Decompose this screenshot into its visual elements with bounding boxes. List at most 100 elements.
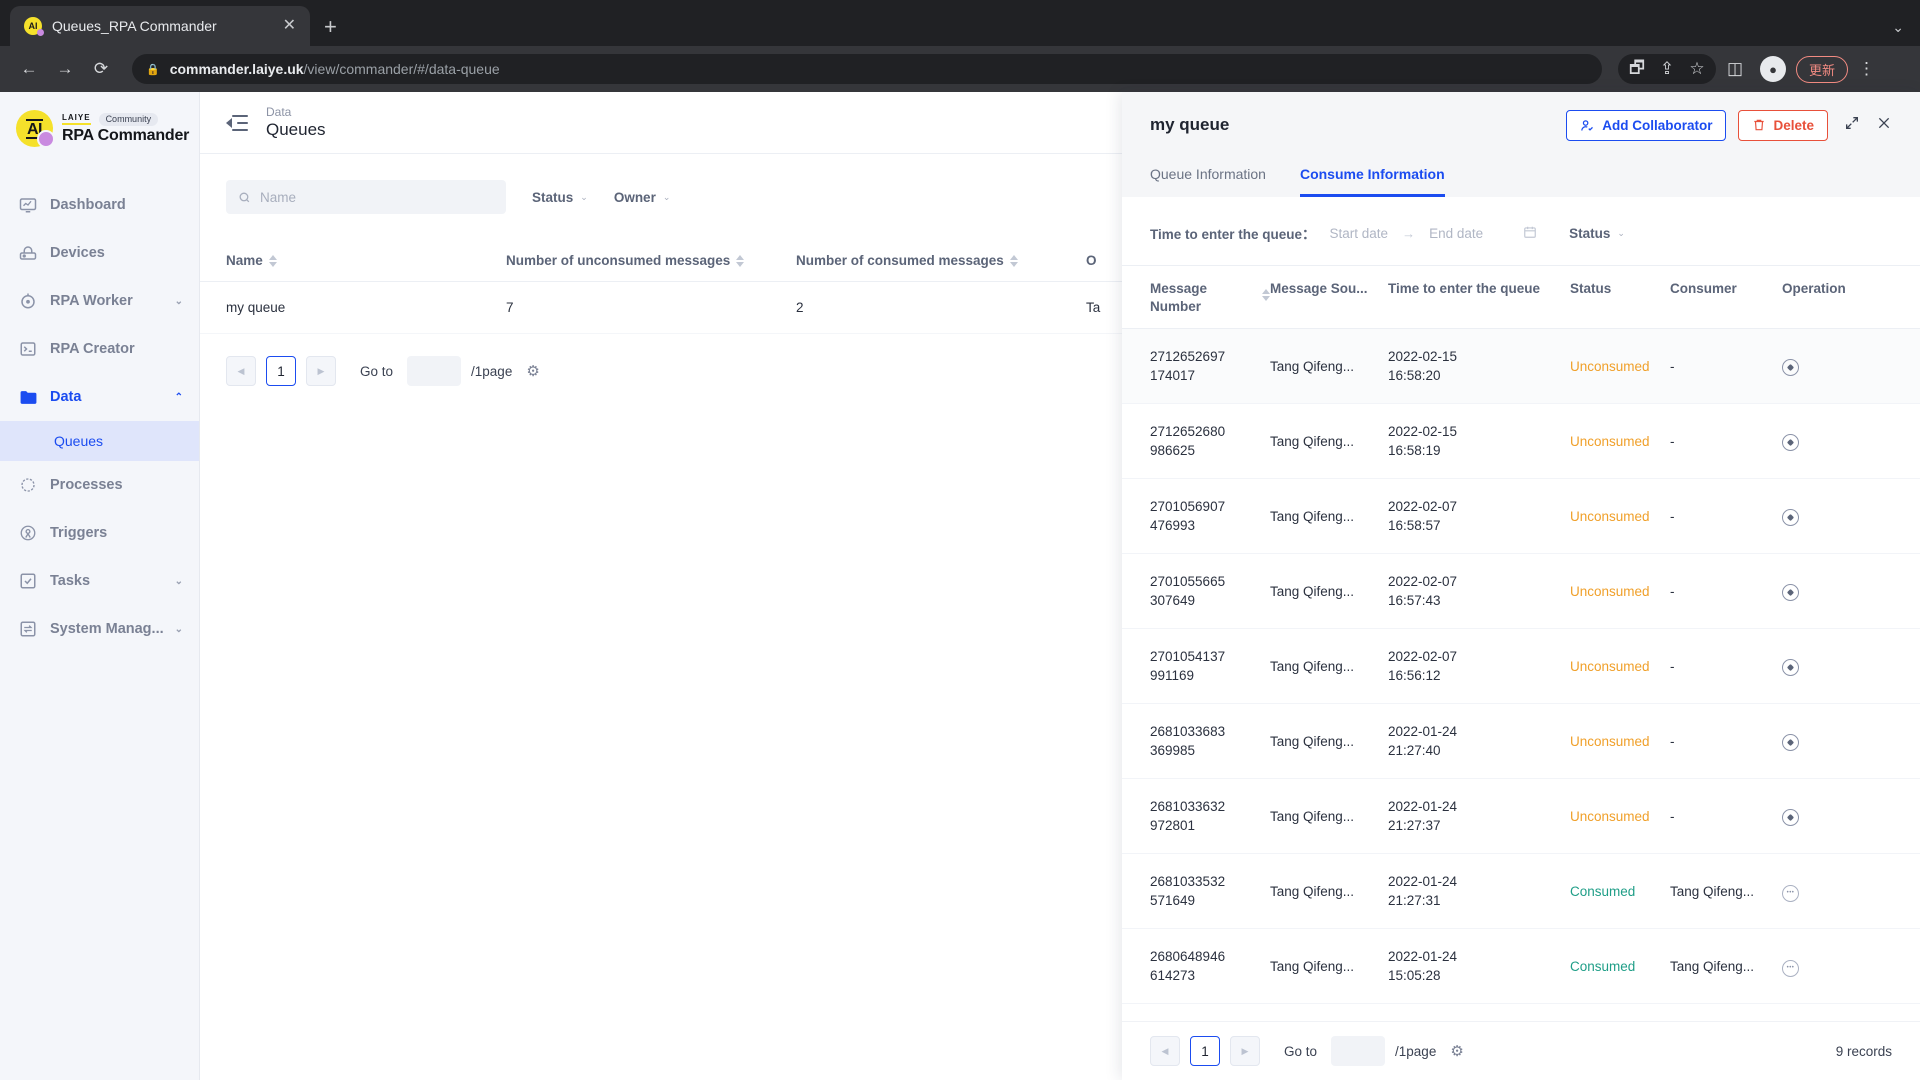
sidebar-item-system-management[interactable]: System Manag... ⌄ [0,605,199,653]
column-header-unconsumed[interactable]: Number of unconsumed messages [506,253,796,268]
address-bar-path: /view/commander/#/data-queue [303,61,500,77]
sidebar-item-devices[interactable]: Devices [0,229,199,277]
play-circle-icon[interactable] [1782,359,1799,376]
side-panel-icon[interactable]: ◫ [1720,54,1750,84]
chevron-down-icon[interactable]: ⌄ [1892,19,1904,36]
brand-logo[interactable]: AI LAIYE Community RPA Commander [0,92,199,148]
cell-message-number: 2701054137 991169 [1150,647,1270,685]
update-button[interactable]: 更新 [1796,55,1849,83]
delete-button[interactable]: Delete [1738,109,1828,141]
date-range-picker[interactable]: Start date → End date [1330,225,1538,242]
chevron-down-icon: ⌄ [662,191,671,202]
sidebar-item-tasks[interactable]: Tasks ⌄ [0,557,199,605]
column-header-message-source: Message Sou... [1270,281,1368,296]
more-circle-icon[interactable]: ••• [1782,885,1799,902]
collapse-sidebar-icon[interactable] [226,114,248,132]
close-x-icon[interactable] [1876,115,1892,136]
sidebar-item-rpa-worker[interactable]: RPA Worker ⌄ [0,277,199,325]
column-header-label: Message Number [1150,281,1208,314]
play-circle-icon[interactable] [1782,809,1799,826]
pagination-next-button[interactable]: ▶ [1230,1036,1260,1066]
pagination-next-button[interactable]: ▶ [306,356,336,386]
add-collaborator-button[interactable]: Add Collaborator [1566,109,1727,141]
pagination-prev-button[interactable]: ◀ [226,356,256,386]
column-header-time-entered: Time to enter the queue [1388,281,1541,296]
browser-tab[interactable]: AI Queues_RPA Commander ✕ [10,6,310,46]
back-arrow-icon[interactable]: ← [14,54,44,84]
column-header-message-number[interactable]: Message Number [1150,280,1270,316]
cell-operation: ••• [1782,955,1892,977]
column-header-label: Number of unconsumed messages [506,253,731,268]
forward-arrow-icon[interactable]: → [50,54,80,84]
gear-icon[interactable]: ⚙ [1450,1042,1463,1060]
gear-icon[interactable]: ⚙ [526,362,539,380]
play-circle-icon[interactable] [1782,659,1799,676]
kebab-menu-icon[interactable]: ⋮ [1852,59,1881,79]
column-header-label: Name [226,253,263,268]
sidebar-item-triggers[interactable]: Triggers [0,509,199,557]
browser-tab-title: Queues_RPA Commander [52,18,217,34]
sidebar-item-processes[interactable]: Processes [0,461,199,509]
sort-icon[interactable] [736,254,745,267]
column-header-consumed[interactable]: Number of consumed messages [796,253,1086,268]
pagination-prev-button[interactable]: ◀ [1150,1036,1180,1066]
tab-queue-information[interactable]: Queue Information [1150,158,1266,197]
table-row[interactable]: 2701055665 307649 Tang Qifeng... 2022-02-… [1122,554,1920,629]
share-icon[interactable]: ⇪ [1652,54,1682,84]
time-date: 2022-02-07 [1388,649,1458,664]
message-number-line2: 986625 [1150,443,1196,458]
table-row[interactable]: 2701056907 476993 Tang Qifeng... 2022-02-… [1122,479,1920,554]
filter-owner[interactable]: Owner ⌄ [614,190,671,205]
message-number-line1: 2681033532 [1150,874,1226,889]
pagination-page-1[interactable]: 1 [266,356,296,386]
time-filter-label: Time to enter the queue： [1150,227,1316,242]
table-row[interactable]: 2681033683 369985 Tang Qifeng... 2022-01-… [1122,704,1920,779]
sidebar-item-queues[interactable]: Queues [0,421,199,461]
table-row[interactable]: 2712652697 174017 Tang Qifeng... 2022-02-… [1122,329,1920,404]
close-icon[interactable]: ✕ [279,18,300,34]
browser-window: AI Queues_RPA Commander ✕ + ⌄ ← → ⟳ 🔒 co… [0,0,1920,1080]
expand-diagonal-icon[interactable] [1844,115,1860,136]
plus-icon[interactable]: + [324,16,337,38]
table-row[interactable]: 2680648946 614273 Tang Qifeng... 2022-01-… [1122,929,1920,1004]
more-circle-icon[interactable]: ••• [1782,960,1799,977]
start-date-input[interactable]: Start date [1330,226,1389,241]
star-icon[interactable]: ☆ [1682,54,1712,84]
pagination-page-1[interactable]: 1 [1190,1036,1220,1066]
table-row[interactable]: 2681033632 972801 Tang Qifeng... 2022-01-… [1122,779,1920,854]
column-header-name[interactable]: Name [226,253,506,268]
end-date-input[interactable]: End date [1429,226,1483,241]
play-circle-icon[interactable] [1782,509,1799,526]
table-row[interactable]: 2701054137 991169 Tang Qifeng... 2022-02-… [1122,629,1920,704]
sidebar-item-data[interactable]: Data ⌃ [0,373,199,421]
play-circle-icon[interactable] [1782,734,1799,751]
sidebar-item-rpa-creator[interactable]: RPA Creator [0,325,199,373]
reload-icon[interactable]: ⟳ [86,54,116,84]
message-number-line2: 174017 [1150,368,1196,383]
cell-message-source: Tang Qifeng... [1270,808,1355,824]
table-row[interactable]: 2712652680 986625 Tang Qifeng... 2022-02-… [1122,404,1920,479]
time-clock: 15:05:28 [1388,968,1441,983]
play-circle-icon[interactable] [1782,584,1799,601]
sort-icon[interactable] [1262,289,1270,301]
sort-icon[interactable] [268,254,277,267]
profile-avatar-icon[interactable]: ● [1760,56,1786,82]
time-clock: 16:58:20 [1388,368,1441,383]
breadcrumb-parent: Data [266,105,292,119]
sort-icon[interactable] [1009,254,1018,267]
brand-text: LAIYE Community RPA Commander [62,112,189,145]
sidebar-item-label: System Manag... [50,621,164,637]
sidebar-item-dashboard[interactable]: Dashboard [0,181,199,229]
address-bar[interactable]: 🔒 commander.laiye.uk/view/commander/#/da… [132,54,1602,84]
translate-icon[interactable]: 🗗 [1622,54,1652,84]
filter-status[interactable]: Status ⌄ [532,190,588,205]
play-circle-icon[interactable] [1782,434,1799,451]
cell-time-entered: 2022-01-24 21:27:31 [1388,872,1570,910]
goto-page-input[interactable] [1331,1036,1386,1066]
drawer-filter-status[interactable]: Status ⌄ [1569,226,1625,241]
table-row[interactable]: 2681033532 571649 Tang Qifeng... 2022-01-… [1122,854,1920,929]
cell-consumer: Tang Qifeng... [1670,883,1755,899]
search-input[interactable]: Name [226,180,506,214]
goto-page-input[interactable] [407,356,462,386]
tab-consume-information[interactable]: Consume Information [1299,158,1445,197]
